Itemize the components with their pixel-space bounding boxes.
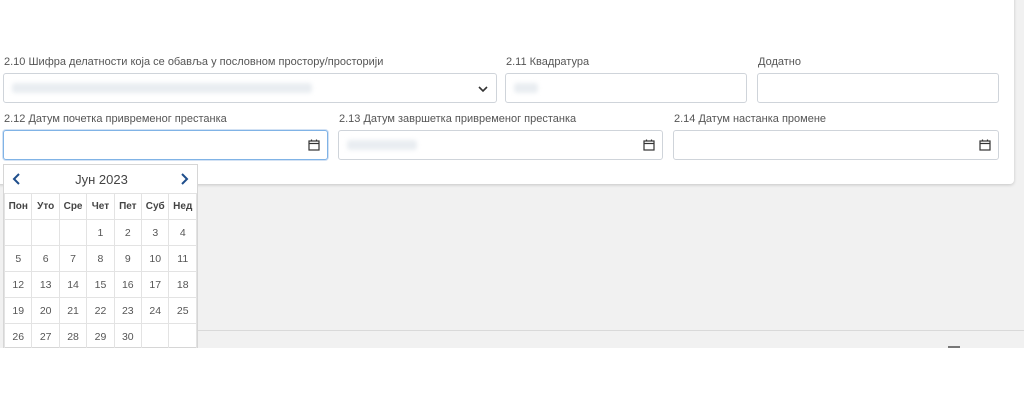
day-cell[interactable]: 23 <box>113 297 143 324</box>
datepicker-grid: Пон Уто Сре Чет Пет Суб Нед 1 2 3 4 5 6 7 8 9 10 11 12 13 1… <box>3 193 197 348</box>
day-cell[interactable]: 3 <box>140 219 170 246</box>
day-cell[interactable]: 24 <box>140 297 170 324</box>
field-2-14-label: 2.14 Датум настанка промене <box>674 113 827 125</box>
day-cell[interactable]: 25 <box>168 297 197 324</box>
field-2-10-label: 2.10 Шифра делатности која се обавља у п… <box>4 56 384 68</box>
footer-control <box>948 346 960 348</box>
weekday-header-row: Пон Уто Сре Чет Пет Суб Нед <box>3 193 197 220</box>
day-cell[interactable]: 8 <box>86 245 115 272</box>
activity-code-select[interactable] <box>3 73 497 103</box>
day-cell[interactable]: 4 <box>168 219 197 246</box>
footer-divider <box>197 330 1024 331</box>
weekday-label: Пет <box>113 193 143 220</box>
calendar-icon[interactable] <box>642 138 656 152</box>
datepicker-header: Јун 2023 <box>4 165 199 193</box>
day-cell[interactable]: 11 <box>168 245 197 272</box>
weekday-label: Нед <box>168 193 197 220</box>
area-input[interactable] <box>505 73 747 103</box>
weekday-label: Сре <box>58 193 88 220</box>
extra-input[interactable] <box>757 73 999 103</box>
day-cell[interactable]: 6 <box>31 245 60 272</box>
day-cell[interactable]: 14 <box>58 271 88 298</box>
day-cell[interactable]: 12 <box>3 271 33 298</box>
day-cell[interactable]: 26 <box>3 323 33 348</box>
day-cell[interactable]: 17 <box>140 271 170 298</box>
calendar-icon[interactable] <box>978 138 992 152</box>
day-cell[interactable]: 29 <box>86 323 115 348</box>
page-background: 2.10 Шифра делатности која се обавља у п… <box>0 0 1024 348</box>
day-cell[interactable]: 18 <box>168 271 197 298</box>
day-cell[interactable]: 19 <box>3 297 33 324</box>
field-2-12-label: 2.12 Датум почетка привременог престанка <box>4 113 227 125</box>
day-cell[interactable]: 20 <box>31 297 60 324</box>
week-row: 1234 <box>3 219 197 246</box>
empty-day-cell <box>31 219 60 246</box>
empty-day-cell <box>58 219 88 246</box>
empty-day-cell <box>140 323 170 348</box>
day-cell[interactable]: 22 <box>86 297 115 324</box>
suspension-end-date-input[interactable] <box>338 130 663 160</box>
day-cell[interactable]: 13 <box>31 271 60 298</box>
day-cell[interactable]: 7 <box>58 245 88 272</box>
change-date-input[interactable] <box>673 130 999 160</box>
day-cell[interactable]: 5 <box>3 245 33 272</box>
form-card: 2.10 Шифра делатности која се обавља у п… <box>0 0 1014 184</box>
chevron-right-icon[interactable] <box>177 171 191 187</box>
datepicker-popup: Јун 2023 Пон Уто Сре Чет Пет Суб Нед 123456789… <box>3 164 198 348</box>
empty-day-cell <box>168 323 197 348</box>
weekday-label: Суб <box>140 193 170 220</box>
day-cell[interactable]: 28 <box>58 323 88 348</box>
extra-field-label: Додатно <box>758 56 801 68</box>
week-row: 19 20 21 22 23 24 25 <box>3 297 197 324</box>
day-cell[interactable]: 27 <box>31 323 60 348</box>
weekday-label: Пон <box>3 193 33 220</box>
day-cell[interactable]: 10 <box>140 245 170 272</box>
day-cell[interactable]: 16 <box>113 271 143 298</box>
week-row: 5 6 7 8 9 10 11 <box>3 245 197 272</box>
day-cell[interactable]: 21 <box>58 297 88 324</box>
week-row: 12 13 14 15 16 17 18 <box>3 271 197 298</box>
chevron-down-icon <box>478 86 488 93</box>
day-cell[interactable]: 30 <box>113 323 143 348</box>
weekday-label: Уто <box>31 193 60 220</box>
weekday-label: Чет <box>86 193 115 220</box>
week-row: 26 27 28 29 30 <box>3 323 197 348</box>
day-cell[interactable]: 9 <box>113 245 143 272</box>
field-2-13-label: 2.13 Датум завршетка привременог престан… <box>339 113 577 125</box>
field-2-11-label: 2.11 Квадратура <box>506 56 590 68</box>
calendar-icon[interactable] <box>307 138 321 152</box>
day-cell[interactable]: 1 <box>86 219 115 246</box>
day-cell[interactable]: 15 <box>86 271 115 298</box>
empty-day-cell <box>3 219 33 246</box>
datepicker-month-title[interactable]: Јун 2023 <box>4 172 199 187</box>
suspension-start-date-input[interactable] <box>3 130 328 160</box>
day-cell[interactable]: 2 <box>113 219 143 246</box>
